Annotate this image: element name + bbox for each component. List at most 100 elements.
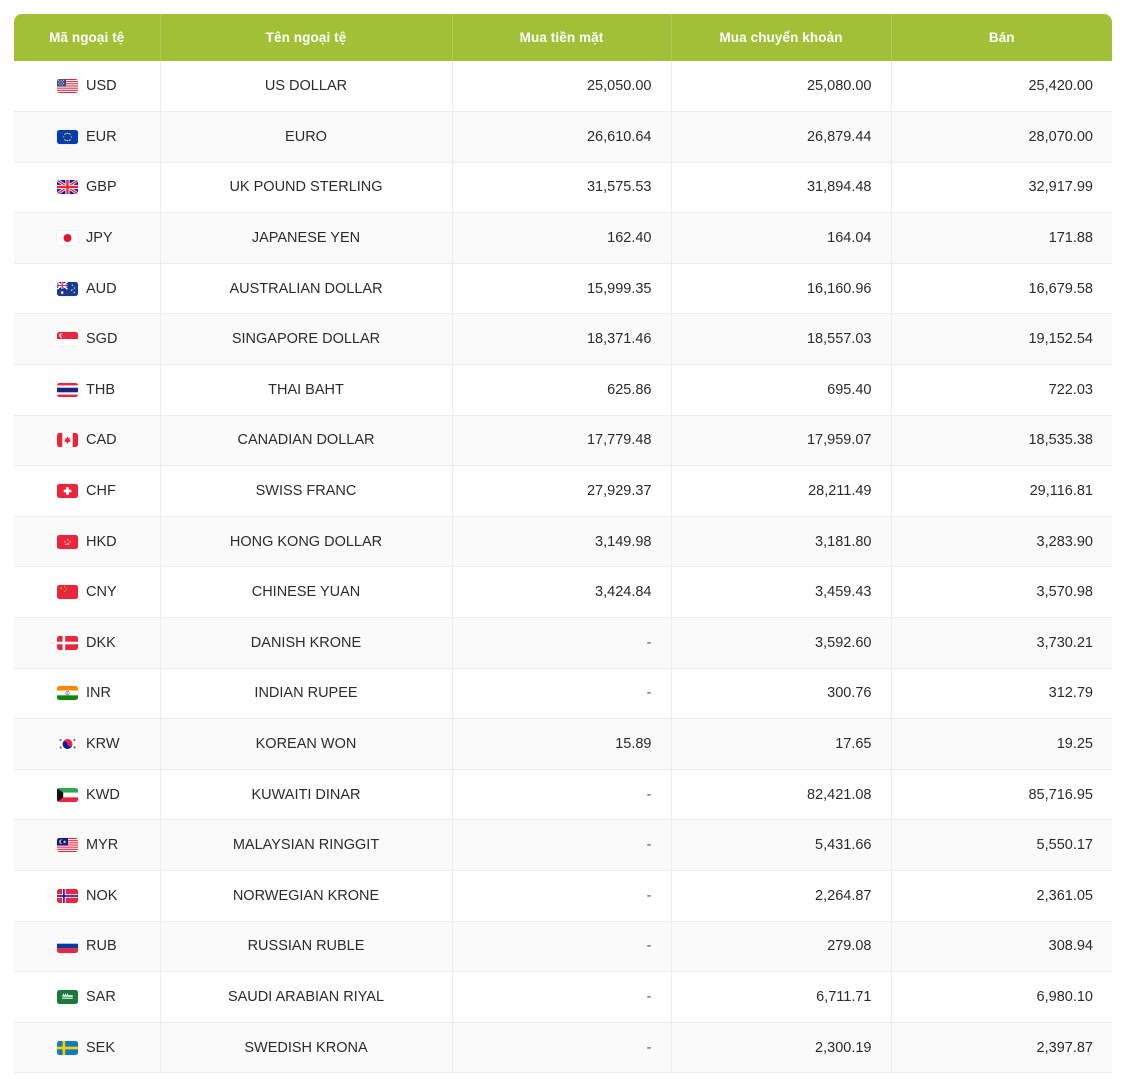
table-row: AUD AUSTRALIAN DOLLAR15,999.3516,160.9616… xyxy=(14,263,1112,314)
currency-code-cell: GBP xyxy=(14,162,160,213)
buy-cash-cell: 162.40 xyxy=(452,213,671,264)
table-row: INRINDIAN RUPEE-300.76312.79 xyxy=(14,668,1112,719)
sell-cell: 312.79 xyxy=(891,668,1112,719)
currency-code-cell: SAR xyxy=(14,972,160,1023)
currency-code-label: SEK xyxy=(86,1040,115,1056)
sell-cell: 2,361.05 xyxy=(891,871,1112,922)
currency-name-cell: SWEDISH KRONA xyxy=(160,1022,452,1073)
buy-cash-cell: - xyxy=(452,618,671,669)
table-row: THBTHAI BAHT625.86695.40722.03 xyxy=(14,365,1112,416)
buy-transfer-cell: 17,959.07 xyxy=(671,415,891,466)
flag-jp-icon xyxy=(57,231,78,245)
sell-cell: 2,397.87 xyxy=(891,1022,1112,1073)
table-row: DKKDANISH KRONE-3,592.603,730.21 xyxy=(14,618,1112,669)
currency-name-cell: MALAYSIAN RINGGIT xyxy=(160,820,452,871)
table-row: NOKNORWEGIAN KRONE-2,264.872,361.05 xyxy=(14,871,1112,922)
buy-transfer-cell: 82,421.08 xyxy=(671,769,891,820)
buy-cash-cell: - xyxy=(452,972,671,1023)
table-row: KWDKUWAITI DINAR-82,421.0885,716.95 xyxy=(14,769,1112,820)
currency-name-cell: KUWAITI DINAR xyxy=(160,769,452,820)
sell-cell: 5,550.17 xyxy=(891,820,1112,871)
buy-transfer-cell: 6,711.71 xyxy=(671,972,891,1023)
buy-transfer-cell: 3,459.43 xyxy=(671,567,891,618)
currency-name-cell: UK POUND STERLING xyxy=(160,162,452,213)
table-header: Mã ngoại tệTên ngoại tệMua tiền mặtMua c… xyxy=(14,14,1112,61)
table-header-row: Mã ngoại tệTên ngoại tệMua tiền mặtMua c… xyxy=(14,14,1112,61)
sell-cell: 308.94 xyxy=(891,921,1112,972)
currency-code-cell: EUR xyxy=(14,112,160,163)
sell-cell: 722.03 xyxy=(891,365,1112,416)
sell-cell: 171.88 xyxy=(891,213,1112,264)
exchange-rate-table-container: Mã ngoại tệTên ngoại tệMua tiền mặtMua c… xyxy=(14,14,1112,1073)
buy-cash-cell: 25,050.00 xyxy=(452,61,671,112)
currency-code-label: AUD xyxy=(86,281,117,297)
currency-code-label: KRW xyxy=(86,736,120,752)
flag-in-icon xyxy=(57,686,78,700)
currency-code-cell: CNY xyxy=(14,567,160,618)
currency-code-cell: SGD xyxy=(14,314,160,365)
currency-code-label: NOK xyxy=(86,888,117,904)
table-row: SEKSWEDISH KRONA-2,300.192,397.87 xyxy=(14,1022,1112,1073)
flag-gb-icon xyxy=(57,180,78,194)
currency-code-label: MYR xyxy=(86,837,118,853)
table-row: SARSAUDI ARABIAN RIYAL-6,711.716,980.10 xyxy=(14,972,1112,1023)
currency-name-cell: CANADIAN DOLLAR xyxy=(160,415,452,466)
currency-name-cell: SINGAPORE DOLLAR xyxy=(160,314,452,365)
flag-dk-icon xyxy=(57,636,78,650)
currency-code-cell: HKD xyxy=(14,516,160,567)
currency-name-cell: CHINESE YUAN xyxy=(160,567,452,618)
flag-my-icon xyxy=(57,838,78,852)
buy-transfer-cell: 25,080.00 xyxy=(671,61,891,112)
sell-cell: 16,679.58 xyxy=(891,263,1112,314)
currency-code-label: SGD xyxy=(86,331,117,347)
sell-cell: 19.25 xyxy=(891,719,1112,770)
currency-code-label: EUR xyxy=(86,129,117,145)
currency-name-cell: RUSSIAN RUBLE xyxy=(160,921,452,972)
sell-cell: 19,152.54 xyxy=(891,314,1112,365)
table-row: JPYJAPANESE YEN162.40164.04171.88 xyxy=(14,213,1112,264)
column-header-cash: Mua tiền mặt xyxy=(452,14,671,61)
sell-cell: 29,116.81 xyxy=(891,466,1112,517)
currency-code-cell: RUB xyxy=(14,921,160,972)
currency-code-cell: NOK xyxy=(14,871,160,922)
sell-cell: 18,535.38 xyxy=(891,415,1112,466)
sell-cell: 25,420.00 xyxy=(891,61,1112,112)
flag-cn-icon xyxy=(57,585,78,599)
currency-code-label: USD xyxy=(86,78,117,94)
buy-cash-cell: 26,610.64 xyxy=(452,112,671,163)
table-row: MYRMALAYSIAN RINGGIT-5,431.665,550.17 xyxy=(14,820,1112,871)
table-row: SGDSINGAPORE DOLLAR18,371.4618,557.0319,… xyxy=(14,314,1112,365)
buy-transfer-cell: 2,264.87 xyxy=(671,871,891,922)
buy-transfer-cell: 17.65 xyxy=(671,719,891,770)
currency-code-cell: DKK xyxy=(14,618,160,669)
flag-no-icon xyxy=(57,889,78,903)
flag-se-icon xyxy=(57,1041,78,1055)
flag-ch-icon xyxy=(57,484,78,498)
currency-code-cell: CHF xyxy=(14,466,160,517)
buy-transfer-cell: 16,160.96 xyxy=(671,263,891,314)
currency-code-label: CNY xyxy=(86,584,117,600)
currency-name-cell: AUSTRALIAN DOLLAR xyxy=(160,263,452,314)
currency-code-label: KWD xyxy=(86,787,120,803)
flag-sa-icon xyxy=(57,990,78,1004)
currency-code-cell: INR xyxy=(14,668,160,719)
buy-transfer-cell: 28,211.49 xyxy=(671,466,891,517)
currency-name-cell: JAPANESE YEN xyxy=(160,213,452,264)
buy-transfer-cell: 18,557.03 xyxy=(671,314,891,365)
flag-kr-icon xyxy=(57,737,78,751)
buy-cash-cell: - xyxy=(452,668,671,719)
buy-cash-cell: 15,999.35 xyxy=(452,263,671,314)
sell-cell: 28,070.00 xyxy=(891,112,1112,163)
flag-th-icon xyxy=(57,383,78,397)
buy-transfer-cell: 2,300.19 xyxy=(671,1022,891,1073)
column-header-sell: Bán xyxy=(891,14,1112,61)
currency-code-cell: KRW xyxy=(14,719,160,770)
table-row: GBPUK POUND STERLING31,575.5331,894.4832… xyxy=(14,162,1112,213)
currency-name-cell: SWISS FRANC xyxy=(160,466,452,517)
currency-code-label: INR xyxy=(86,685,111,701)
table-row: HKDHONG KONG DOLLAR3,149.983,181.803,283… xyxy=(14,516,1112,567)
buy-cash-cell: 31,575.53 xyxy=(452,162,671,213)
currency-code-cell: MYR xyxy=(14,820,160,871)
currency-name-cell: THAI BAHT xyxy=(160,365,452,416)
currency-code-label: THB xyxy=(86,382,115,398)
